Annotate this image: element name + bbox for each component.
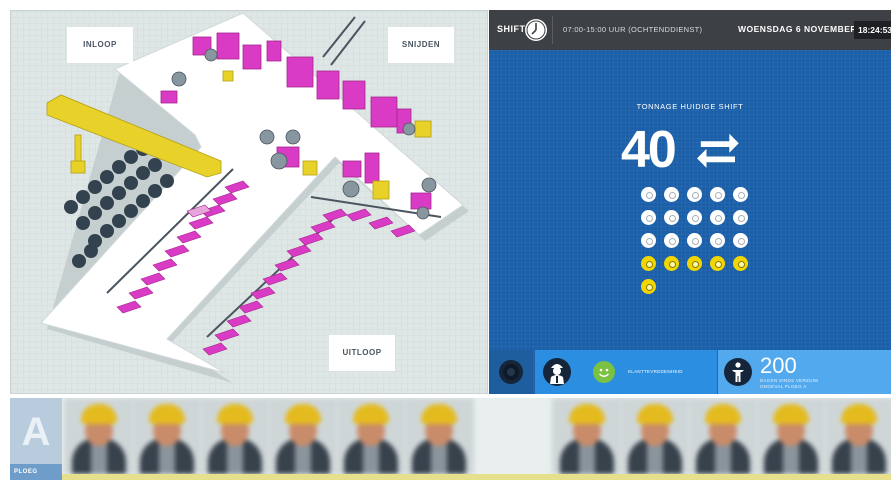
factory-floor-map <box>40 12 469 383</box>
topbar-divider <box>552 16 553 44</box>
safety-person-icon <box>724 358 752 386</box>
tonnage-title: TONNAGE HUIDIGE SHIFT <box>636 102 744 111</box>
safety-days-count: 200 <box>760 353 797 378</box>
team-member-photo <box>404 398 474 474</box>
coil-indicator-yellow <box>664 256 679 271</box>
team-member-photo <box>132 398 202 474</box>
coil-indicator-yellow <box>710 256 725 271</box>
current-time: 18:24:53 <box>854 21 891 39</box>
shift-hours: 07:00-15:00 UUR (OCHTENDDIENST) <box>563 25 703 34</box>
status-safety-cell: 200 DAGEN SINDS VERZUIM ONGEVAL PLOEG A <box>718 350 891 394</box>
shift-label: SHIFT <box>497 24 526 34</box>
safety-caption: DAGEN SINDS VERZUIM <box>760 378 819 383</box>
coil-indicator-yellow <box>687 256 702 271</box>
coil-indicator-white <box>710 233 725 248</box>
coil-indicator-white <box>687 187 702 202</box>
coil-indicator-white <box>687 210 702 225</box>
coil-indicator-yellow <box>733 256 748 271</box>
coil-indicator-white <box>710 187 725 202</box>
smiley-icon <box>593 361 615 383</box>
coil-indicator-white <box>733 233 748 248</box>
team-member-photo <box>552 398 622 474</box>
map-label-inloop: INLOOP <box>67 27 133 63</box>
coil-indicator-white <box>641 233 656 248</box>
team-badge: A PLOEG <box>10 398 62 480</box>
team-member-photo <box>200 398 270 474</box>
coil-indicator-white <box>710 210 725 225</box>
safety-caption-team: ONGEVAL PLOEG A <box>760 384 807 389</box>
exchange-arrows-icon <box>697 133 739 168</box>
team-member-photo <box>688 398 758 474</box>
worker-icon <box>543 358 571 386</box>
coil-indicator-yellow <box>641 256 656 271</box>
factory-map-panel: INLOOP SNIJDEN UITLOOP <box>10 10 488 394</box>
coil-indicator-white <box>733 210 748 225</box>
team-member-photo <box>756 398 826 474</box>
dashboard-panel: SHIFT 07:00-15:00 UUR (OCHTENDDIENST) WO… <box>489 10 891 394</box>
coil-indicator-white <box>641 210 656 225</box>
team-member-photo <box>824 398 891 474</box>
team-letter: A <box>21 410 51 454</box>
status-satisfaction-cell: KLANTTEVREDENHEID <box>535 350 717 394</box>
team-strip: A PLOEG <box>10 398 891 480</box>
tonnage-value: 40 <box>621 121 677 179</box>
shift-topbar: SHIFT 07:00-15:00 UUR (OCHTENDDIENST) WO… <box>489 10 891 50</box>
coil-indicator-white <box>664 210 679 225</box>
coil-indicator-white <box>687 233 702 248</box>
map-label-snijden: SNIJDEN <box>388 27 454 63</box>
team-member-photo <box>268 398 338 474</box>
team-member-photo <box>64 398 134 474</box>
team-member-photo <box>620 398 690 474</box>
coil-indicator-white <box>664 233 679 248</box>
current-date: WOENSDAG 6 NOVEMBER <box>738 24 858 34</box>
coil-indicator-white <box>733 187 748 202</box>
satisfaction-label: KLANTTEVREDENHEID <box>628 369 683 374</box>
team-member-photo <box>336 398 406 474</box>
clock-icon <box>525 19 547 41</box>
status-target-cell <box>489 350 533 394</box>
team-highlight-bar <box>62 474 891 480</box>
coil-indicator-white <box>641 187 656 202</box>
map-label-uitloop: UITLOOP <box>329 335 395 371</box>
status-bar: KLANTTEVREDENHEID 200 DAGEN SINDS VERZUI… <box>489 350 891 394</box>
target-icon <box>499 360 523 384</box>
team-label: PLOEG <box>10 464 62 480</box>
coil-indicator-white <box>664 187 679 202</box>
coil-indicator-yellow <box>641 279 656 294</box>
